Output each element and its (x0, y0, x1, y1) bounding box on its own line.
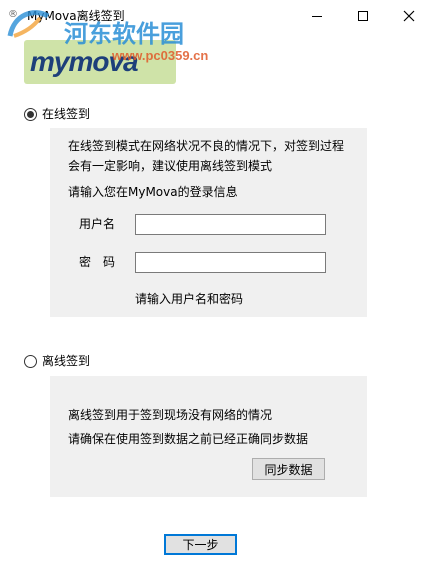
watermark-logo-icon (7, 10, 50, 38)
close-button[interactable] (386, 0, 432, 32)
online-radio[interactable] (24, 108, 37, 121)
sync-data-button[interactable]: 同步数据 (252, 458, 325, 480)
next-button[interactable]: 下一步 (164, 534, 237, 555)
offline-radio-label[interactable]: 离线签到 (42, 353, 90, 369)
maximize-icon (358, 11, 368, 21)
online-radio-label[interactable]: 在线签到 (42, 106, 90, 122)
online-desc-line1: 在线签到模式在网络状况不良的情况下，对签到过程 (68, 139, 345, 153)
radio-selected-dot (27, 111, 34, 118)
offline-desc-line2: 请确保在使用签到数据之前已经正确同步数据 (68, 432, 309, 446)
login-prompt: 请输入您在MyMova的登录信息 (68, 185, 238, 199)
username-label: 用户名 (79, 217, 116, 231)
login-hint: 请输入用户名和密码 (135, 292, 244, 306)
offline-radio[interactable] (24, 355, 37, 368)
watermark-url: www.pc0359.cn (112, 48, 209, 63)
password-input[interactable] (135, 252, 326, 273)
minimize-icon (312, 15, 322, 17)
online-desc-line2: 会有一定影响，建议使用离线签到模式 (68, 159, 273, 173)
maximize-button[interactable] (340, 0, 386, 32)
username-input[interactable] (135, 214, 326, 235)
minimize-button[interactable] (294, 0, 340, 32)
password-label: 密 码 (79, 255, 116, 269)
watermark-text: 河东软件园 (64, 19, 184, 48)
close-icon (403, 10, 415, 22)
offline-desc-line1: 离线签到用于签到现场没有网络的情况 (68, 408, 273, 422)
